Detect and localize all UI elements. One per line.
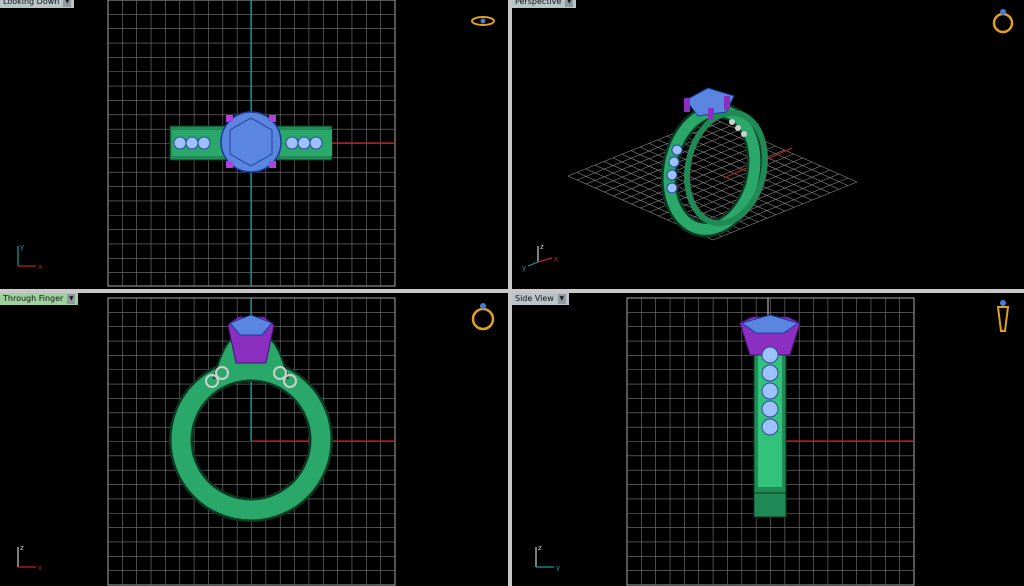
viewport-label-side-view[interactable]: Side View ▼ [512,293,569,305]
perspective-canvas[interactable] [512,0,1024,289]
axis-indicator: z x y [522,243,558,272]
viewport-title: Looking Down [3,0,60,6]
axis-z-label: z [20,544,24,552]
ring-view-icon[interactable] [470,299,496,331]
side-view-canvas[interactable] [512,293,1024,586]
ring-view-icon[interactable] [990,4,1016,34]
axis-x-label: x [554,255,558,263]
chevron-down-icon[interactable]: ▼ [557,294,566,304]
axis-y-label: y [522,264,526,272]
viewport-looking-down[interactable]: Looking Down ▼ y x [0,0,508,289]
viewport-title: Perspective [515,0,562,6]
ring-perspective-view [661,87,768,238]
viewport-divider-horizontal[interactable] [0,289,1024,293]
axis-indicator: y x [17,243,42,271]
chevron-down-icon[interactable]: ▼ [63,0,72,7]
chevron-down-icon[interactable]: ▼ [565,0,574,7]
axis-y-label: y [20,243,24,251]
axis-indicator: z x [17,544,42,572]
axis-z-label: z [540,243,544,251]
ring-view-icon[interactable] [990,297,1016,337]
viewport-side-view[interactable]: Side View ▼ z y [512,293,1024,586]
axis-y-label: y [556,564,560,572]
through-finger-canvas[interactable] [0,293,508,586]
viewport-through-finger[interactable]: Through Finger ▼ z x [0,293,508,586]
ring-view-icon[interactable] [470,14,496,28]
ring-side-view [739,314,801,518]
viewport-perspective[interactable]: Perspective ▼ z x y [512,0,1024,289]
axis-indicator: z y [535,544,560,572]
axis-z-label: z [538,544,542,552]
chevron-down-icon[interactable]: ▼ [67,294,76,304]
viewport-title: Through Finger [3,294,64,303]
viewport-title: Side View [515,294,554,303]
viewport-divider-vertical[interactable] [508,0,512,586]
viewport-label-perspective[interactable]: Perspective ▼ [512,0,577,8]
axis-x-label: x [38,263,42,271]
looking-down-canvas[interactable] [0,0,508,289]
axis-x-label: x [38,564,42,572]
viewport-label-through-finger[interactable]: Through Finger ▼ [0,293,79,305]
viewport-label-looking-down[interactable]: Looking Down ▼ [0,0,75,8]
